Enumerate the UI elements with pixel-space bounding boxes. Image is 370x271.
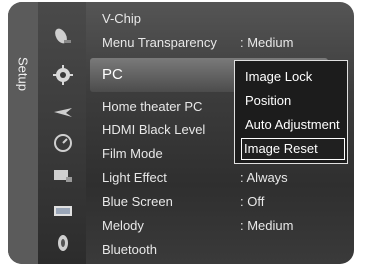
menu-item-label: HDMI Black Level — [102, 122, 206, 137]
menu-item-melody[interactable]: Melody : Medium — [102, 215, 352, 237]
satellite-dish-icon[interactable] — [52, 26, 74, 48]
popup-item-auto-adjustment[interactable]: Auto Adjustment — [243, 115, 345, 135]
speaker-icon[interactable] — [52, 232, 74, 254]
side-tab-strip: Setup — [8, 2, 38, 264]
speed-gauge-icon[interactable] — [52, 132, 74, 154]
menu-item-label: Blue Screen — [102, 194, 173, 209]
menu-item-menu-transparency[interactable]: Menu Transparency : Medium — [102, 32, 352, 54]
menu-item-value: : Always — [240, 170, 288, 185]
screen-icon[interactable] — [52, 200, 74, 222]
tv-osd-screen: Setup V-Chip Menu Transparency: Medium … — [0, 0, 370, 271]
pc-submenu-popup: Image Lock Position Auto Adjustment Imag… — [234, 60, 348, 164]
popup-item-image-lock[interactable]: Image Lock — [243, 67, 345, 87]
menu-item-label: PC — [102, 66, 123, 83]
menu-item-light-effect[interactable]: Light Effect : Always — [102, 167, 352, 189]
menu-item-label: Menu Transparency — [102, 35, 217, 50]
popup-item-position[interactable]: Position — [243, 91, 345, 111]
menu-item-v-chip[interactable]: V-Chip — [102, 8, 352, 30]
menu-item-bluetooth[interactable]: Bluetooth — [102, 239, 352, 261]
menu-item-label: Home theater PC — [102, 99, 203, 114]
menu-item-value: : Off — [240, 194, 265, 209]
menu-item-label: V-Chip — [102, 11, 142, 26]
multi-screen-icon[interactable] — [52, 165, 74, 187]
menu-item-value: : Medium — [240, 218, 294, 233]
menu-item-label: Film Mode — [102, 146, 163, 161]
popup-item-image-reset[interactable]: Image Reset — [241, 138, 345, 160]
menu-item-label: Melody — [102, 218, 144, 233]
side-tab-label: Setup — [15, 57, 31, 91]
menu-item-label: Light Effect — [102, 170, 167, 185]
menu-item-value: : Medium — [240, 35, 294, 50]
menu-item-blue-screen[interactable]: Blue Screen : Off — [102, 191, 352, 213]
menu-item-label: Bluetooth — [102, 242, 157, 257]
gear-icon[interactable] — [52, 64, 74, 86]
jet-icon[interactable] — [52, 100, 74, 122]
